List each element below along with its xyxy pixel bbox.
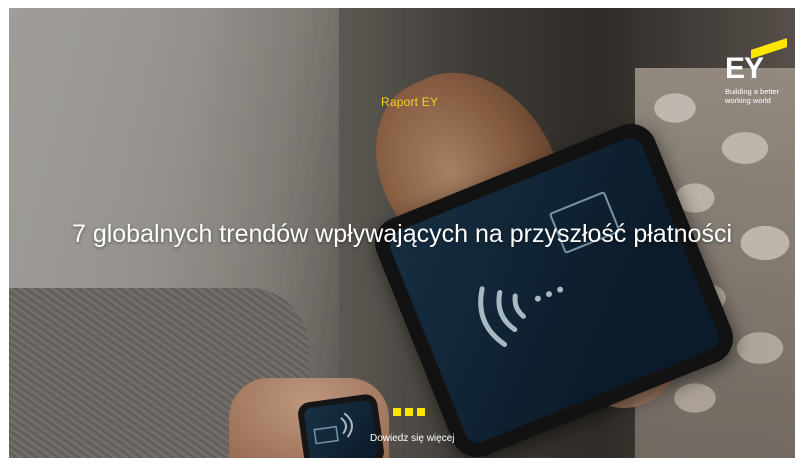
ey-logo-mark: EY	[725, 52, 764, 85]
dot	[393, 408, 401, 416]
headline: 7 globalnych trendów wpływających na prz…	[71, 220, 733, 248]
learn-more-link[interactable]: Dowiedz się więcej	[370, 433, 454, 444]
report-label: Raport EY	[381, 95, 439, 109]
hero-banner[interactable]: Raport EY 7 globalnych trendów wpływając…	[9, 8, 795, 458]
dot	[417, 408, 425, 416]
ey-logo-tagline: Building a better working world	[725, 87, 793, 105]
ey-tagline-line2: working world	[725, 95, 771, 105]
dot	[405, 408, 413, 416]
three-dots-icon	[393, 408, 425, 416]
